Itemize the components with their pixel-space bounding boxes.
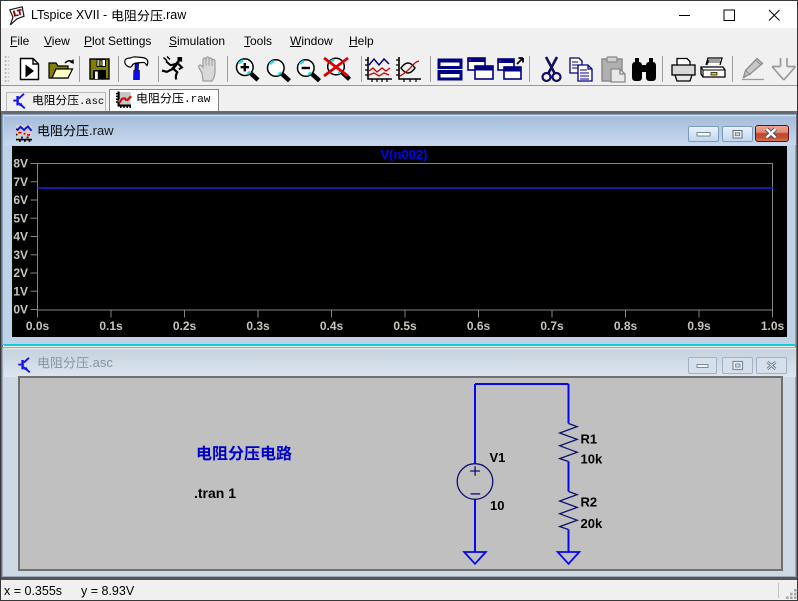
svg-text:0.0s: 0.0s (26, 319, 50, 333)
svg-text:0.8s: 0.8s (614, 319, 638, 333)
svg-text:.tran 1: .tran 1 (194, 485, 236, 501)
svg-text:0.9s: 0.9s (687, 319, 711, 333)
svg-text:0.2s: 0.2s (173, 319, 197, 333)
svg-text:0.1s: 0.1s (99, 319, 123, 333)
svg-text:0.4s: 0.4s (320, 319, 344, 333)
svg-text:10: 10 (490, 498, 504, 513)
svg-text:V1: V1 (490, 450, 506, 465)
svg-text:5V: 5V (13, 212, 28, 226)
svg-text:0V: 0V (13, 303, 28, 317)
svg-text:4V: 4V (13, 230, 28, 244)
svg-text:8V: 8V (13, 157, 28, 171)
svg-text:20k: 20k (581, 516, 603, 531)
svg-text:0.3s: 0.3s (246, 319, 270, 333)
svg-text:V(n002): V(n002) (381, 147, 428, 162)
svg-text:6V: 6V (13, 193, 28, 207)
svg-text:10k: 10k (581, 452, 603, 467)
svg-text:3V: 3V (13, 248, 28, 262)
svg-text:2V: 2V (13, 266, 28, 280)
svg-text:0.6s: 0.6s (467, 319, 491, 333)
svg-text:0.7s: 0.7s (540, 319, 564, 333)
svg-text:R1: R1 (581, 432, 598, 447)
svg-text:1V: 1V (13, 284, 28, 298)
svg-text:1.0s: 1.0s (761, 319, 785, 333)
svg-text:7V: 7V (13, 175, 28, 189)
svg-text:0.5s: 0.5s (393, 319, 417, 333)
svg-text:R2: R2 (581, 495, 598, 510)
